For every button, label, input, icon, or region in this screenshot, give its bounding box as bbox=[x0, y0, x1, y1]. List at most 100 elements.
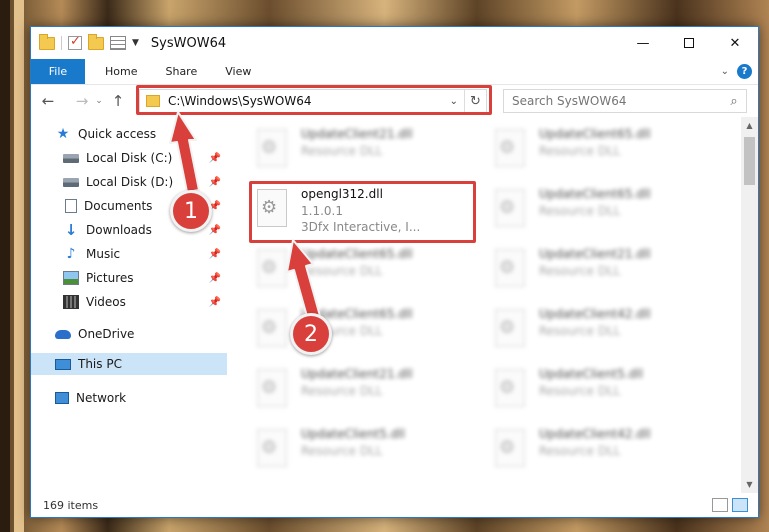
expand-ribbon-icon[interactable]: ⌄ bbox=[721, 66, 729, 77]
scroll-thumb[interactable] bbox=[744, 137, 755, 185]
sidebar-item-label: Downloads bbox=[86, 223, 152, 237]
status-bar: 169 items bbox=[31, 493, 758, 517]
toolbar-divider bbox=[61, 36, 62, 50]
sidebar-item-label: OneDrive bbox=[78, 327, 135, 341]
dll-file-icon: ⚙ bbox=[257, 429, 287, 467]
vertical-scrollbar[interactable]: ▲ ▼ bbox=[741, 117, 758, 493]
dll-file-icon: ⚙ bbox=[257, 249, 287, 287]
file-tile[interactable]: ⚙ UpdateClient5.dll Resource DLL bbox=[489, 361, 709, 421]
sidebar-item-label: Videos bbox=[86, 295, 126, 309]
properties-check-icon[interactable] bbox=[68, 34, 82, 50]
file-list: ⚙ UpdateClient21.dll Resource DLL ⚙ Updat… bbox=[231, 117, 741, 493]
file-name: UpdateClient21.dll bbox=[301, 127, 413, 141]
sidebar-item-label: Local Disk (C:) bbox=[86, 151, 173, 165]
sidebar-item-music[interactable]: ♪ Music 📌 bbox=[31, 243, 227, 265]
file-type: Resource DLL bbox=[539, 204, 621, 218]
sidebar-item-local-disk-c[interactable]: Local Disk (C:) 📌 bbox=[31, 147, 227, 169]
file-tile[interactable]: ⚙ UpdateClient21.dll Resource DLL bbox=[251, 121, 471, 181]
sidebar-item-label: Quick access bbox=[78, 127, 157, 141]
file-tile[interactable]: ⚙ UpdateClient21.dll Resource DLL bbox=[489, 241, 709, 301]
download-icon: ↓ bbox=[64, 221, 78, 239]
document-icon bbox=[65, 199, 77, 213]
window-controls: — ✕ bbox=[620, 27, 758, 59]
file-type: Resource DLL bbox=[539, 144, 621, 158]
dll-file-icon: ⚙ bbox=[257, 369, 287, 407]
window-title: SysWOW64 bbox=[150, 35, 227, 51]
tab-file[interactable]: File bbox=[31, 59, 85, 84]
pin-icon[interactable]: 📌 bbox=[209, 153, 221, 164]
search-box[interactable]: ⌕ bbox=[503, 89, 747, 113]
help-icon[interactable]: ? bbox=[737, 64, 752, 79]
properties-icon[interactable] bbox=[110, 36, 126, 50]
back-button[interactable]: ← bbox=[37, 92, 59, 110]
file-tile[interactable]: ⚙ UpdateClient5.dll Resource DLL bbox=[251, 421, 471, 481]
sidebar-item-videos[interactable]: Videos 📌 bbox=[31, 291, 227, 313]
recent-locations-button[interactable]: ⌄ bbox=[93, 96, 105, 106]
quick-access-toolbar: ▼ bbox=[39, 33, 139, 50]
file-tile[interactable]: ⚙ UpdateClient42.dll Resource DLL bbox=[489, 301, 709, 361]
sidebar-item-label: Documents bbox=[84, 199, 153, 213]
scroll-up-icon[interactable]: ▲ bbox=[741, 117, 758, 134]
tiles-view-icon[interactable] bbox=[732, 498, 748, 512]
sidebar-item-network[interactable]: Network bbox=[31, 387, 227, 409]
file-tile[interactable]: ⚙ UpdateClient65.dll Resource DLL bbox=[251, 301, 471, 361]
cloud-icon bbox=[55, 329, 71, 339]
videos-icon bbox=[63, 295, 79, 309]
details-view-icon[interactable] bbox=[712, 498, 728, 512]
up-button[interactable]: ↑ bbox=[107, 92, 129, 110]
dll-file-icon: ⚙ bbox=[495, 369, 525, 407]
pin-icon[interactable]: 📌 bbox=[209, 225, 221, 236]
file-tile[interactable]: ⚙ UpdateClient42.dll Resource DLL bbox=[489, 421, 709, 481]
sidebar-item-quick-access[interactable]: ★ Quick access bbox=[31, 123, 227, 145]
ribbon: File Home Share View ⌄ ? bbox=[31, 59, 758, 85]
sidebar-item-pictures[interactable]: Pictures 📌 bbox=[31, 267, 227, 289]
tab-view[interactable]: View bbox=[211, 59, 265, 84]
pin-icon[interactable]: 📌 bbox=[209, 177, 221, 188]
pin-icon[interactable]: 📌 bbox=[209, 249, 221, 260]
close-button[interactable]: ✕ bbox=[712, 27, 758, 59]
pc-icon bbox=[55, 358, 71, 370]
navigation-pane: ★ Quick access Local Disk (C:) 📌 Local D… bbox=[31, 123, 227, 493]
music-icon: ♪ bbox=[66, 246, 76, 262]
file-name: UpdateClient5.dll bbox=[301, 427, 405, 441]
pin-icon[interactable]: 📌 bbox=[209, 297, 221, 308]
new-folder-icon[interactable] bbox=[88, 33, 104, 50]
scroll-down-icon[interactable]: ▼ bbox=[741, 476, 758, 493]
maximize-icon bbox=[684, 38, 694, 48]
forward-button[interactable]: → bbox=[71, 92, 93, 110]
dll-file-icon: ⚙ bbox=[495, 249, 525, 287]
chevron-down-icon[interactable]: ▼ bbox=[132, 38, 139, 48]
item-count: 169 items bbox=[43, 498, 99, 512]
file-tile[interactable]: ⚙ UpdateClient65.dll Resource DLL bbox=[489, 181, 709, 241]
file-name: UpdateClient42.dll bbox=[539, 307, 651, 321]
file-tile[interactable]: ⚙ UpdateClient65.dll Resource DLL bbox=[489, 121, 709, 181]
callout-badge-2: 2 bbox=[290, 313, 332, 355]
file-name: UpdateClient65.dll bbox=[539, 127, 651, 141]
search-icon[interactable]: ⌕ bbox=[722, 94, 746, 109]
sidebar-item-label: Network bbox=[76, 391, 127, 405]
file-type: Resource DLL bbox=[301, 384, 383, 398]
file-type: Resource DLL bbox=[539, 444, 621, 458]
view-toggle bbox=[712, 498, 758, 512]
file-tile[interactable]: ⚙ UpdateClient65.dll Resource DLL bbox=[251, 241, 471, 301]
search-input[interactable] bbox=[504, 94, 722, 108]
file-highlight-box bbox=[249, 181, 476, 243]
minimize-button[interactable]: — bbox=[620, 27, 666, 59]
folder-icon bbox=[39, 33, 55, 50]
file-tile[interactable]: ⚙ UpdateClient21.dll Resource DLL bbox=[251, 361, 471, 421]
sidebar-item-onedrive[interactable]: OneDrive bbox=[31, 323, 227, 345]
file-type: Resource DLL bbox=[539, 324, 621, 338]
tab-home[interactable]: Home bbox=[91, 59, 151, 84]
pin-icon[interactable]: 📌 bbox=[209, 273, 221, 284]
sidebar-item-label: Pictures bbox=[86, 271, 134, 285]
background-trunk bbox=[14, 0, 24, 532]
maximize-button[interactable] bbox=[666, 27, 712, 59]
sidebar-item-local-disk-d[interactable]: Local Disk (D:) 📌 bbox=[31, 171, 227, 193]
file-type: Resource DLL bbox=[539, 264, 621, 278]
star-icon: ★ bbox=[56, 126, 70, 142]
file-name: UpdateClient5.dll bbox=[539, 367, 643, 381]
tab-share[interactable]: Share bbox=[151, 59, 211, 84]
pictures-icon bbox=[63, 271, 79, 285]
sidebar-item-this-pc[interactable]: This PC bbox=[31, 353, 227, 375]
callout-badge-1: 1 bbox=[170, 190, 212, 232]
